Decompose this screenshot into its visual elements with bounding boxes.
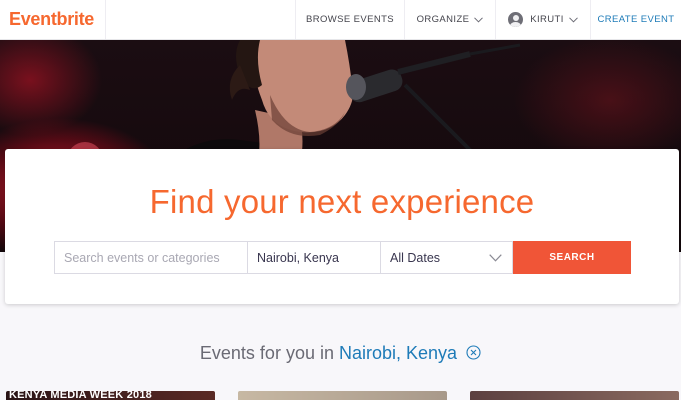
location-input[interactable] bbox=[247, 241, 380, 274]
event-card-title: KENYA MEDIA WEEK 2018 bbox=[9, 391, 152, 400]
search-button[interactable]: SEARCH bbox=[513, 241, 631, 274]
chevron-down-icon bbox=[489, 254, 502, 262]
create-event-link[interactable]: CREATE EVENT bbox=[590, 0, 681, 39]
user-menu[interactable]: KIRUTI bbox=[495, 0, 590, 39]
eventbrite-logo[interactable]: Eventbrite bbox=[0, 0, 106, 39]
events-location-link[interactable]: Nairobi, Kenya bbox=[339, 343, 457, 363]
organize-label: ORGANIZE bbox=[416, 14, 470, 25]
event-card[interactable] bbox=[470, 391, 679, 400]
event-card[interactable]: KENYA MEDIA WEEK 2018 bbox=[6, 391, 215, 400]
events-for-you-heading: Events for you in Nairobi, Kenya bbox=[0, 343, 681, 364]
top-navigation: Eventbrite BROWSE EVENTS ORGANIZE KIRUTI… bbox=[0, 0, 681, 40]
chevron-down-icon bbox=[474, 16, 484, 23]
search-bar: All Dates SEARCH bbox=[54, 241, 631, 274]
events-heading-prefix: Events for you in bbox=[199, 343, 334, 363]
browse-events-link[interactable]: BROWSE EVENTS bbox=[295, 0, 404, 39]
page-title: Find your next experience bbox=[149, 183, 535, 220]
date-dropdown-value: All Dates bbox=[390, 250, 441, 265]
event-card[interactable] bbox=[238, 391, 447, 400]
clear-location-icon[interactable] bbox=[466, 345, 481, 360]
user-name: KIRUTI bbox=[530, 14, 564, 25]
chevron-down-icon bbox=[568, 16, 578, 23]
user-avatar-icon bbox=[508, 12, 524, 27]
organize-menu[interactable]: ORGANIZE bbox=[404, 0, 495, 39]
search-panel: Find your next experience All Dates SEAR… bbox=[5, 149, 679, 304]
date-dropdown[interactable]: All Dates bbox=[380, 241, 513, 274]
search-input[interactable] bbox=[54, 241, 247, 274]
